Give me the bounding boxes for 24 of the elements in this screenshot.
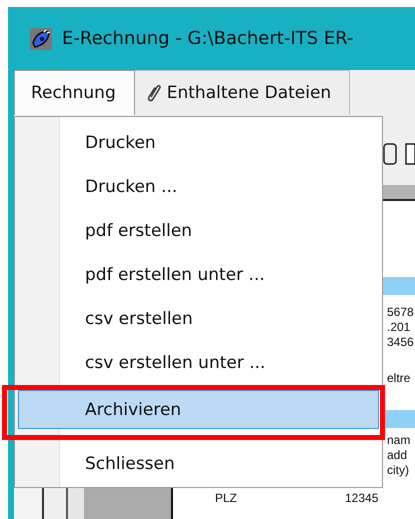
menu-item[interactable]: Schliessen — [18, 442, 379, 486]
document-icon[interactable] — [383, 143, 397, 165]
menu-item[interactable]: csv erstellen unter ... — [18, 341, 379, 385]
menu-tab[interactable]: Rechnung — [14, 70, 135, 115]
menu-item[interactable]: pdf erstellen unter ... — [18, 253, 379, 297]
menu-item[interactable]: Archivieren — [18, 390, 379, 429]
menu-item[interactable]: Drucken — [18, 121, 379, 165]
field-value: .201 — [387, 320, 410, 335]
menu-item[interactable]: pdf erstellen — [18, 209, 379, 253]
field-value: 5678 — [387, 305, 414, 320]
field-value: 12345 — [345, 491, 378, 506]
field-value: 3456 — [387, 335, 414, 350]
menu-item[interactable]: Drucken ... — [18, 165, 379, 209]
page-icon[interactable] — [405, 143, 415, 165]
window-title: E-Rechnung - G:\Bachert-ITS ER- — [62, 28, 354, 49]
menu-item[interactable]: csv erstellen — [18, 297, 379, 341]
paperclip-icon — [146, 83, 161, 103]
menu-tab[interactable]: Enthaltene Dateien — [134, 70, 350, 115]
field-value: eltre — [387, 371, 410, 386]
app-icon — [30, 28, 52, 50]
field-value: nam — [387, 433, 410, 448]
field-label: PLZ — [215, 491, 238, 506]
field-value: city) — [387, 463, 409, 478]
field-value: add — [387, 448, 408, 463]
